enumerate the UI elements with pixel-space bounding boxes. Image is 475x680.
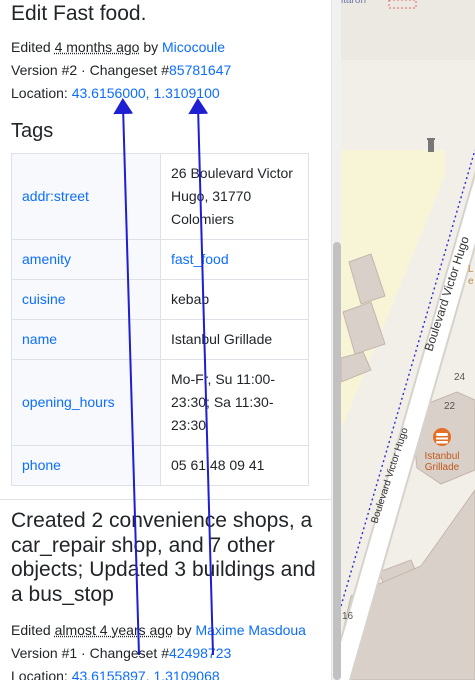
map-label-fragment: itaron <box>341 0 366 6</box>
tags-table: addr:street 26 Boulevard Victor Hugo, 317… <box>11 153 309 486</box>
tag-key[interactable]: phone <box>11 445 161 486</box>
tags-heading: Tags <box>11 120 54 142</box>
version-label: Version #2 · Changeset # <box>11 62 169 78</box>
tag-row: opening_hours Mo-Fr, Su 11:00-23:30; Sa 1… <box>11 359 309 446</box>
fast-food-burger-icon[interactable] <box>433 428 451 446</box>
location-label-2: Location: <box>11 668 72 680</box>
changeset-2-meta: Edited almost 4 years ago by Maxime Masd… <box>11 619 320 680</box>
tag-value: kebab <box>160 279 309 320</box>
edited-prefix: Edited <box>11 39 55 55</box>
changeset-link[interactable]: 85781647 <box>169 62 231 78</box>
scrollbar-thumb[interactable] <box>333 242 341 680</box>
poi-label-1: Istanbul <box>424 451 459 462</box>
tag-value: 26 Boulevard Victor Hugo, 31770 Colomier… <box>160 153 309 240</box>
edited-by-2: by <box>172 622 196 638</box>
house-number-16: 16 <box>342 611 354 622</box>
house-number-24: 24 <box>454 372 466 383</box>
tag-key[interactable]: name <box>11 319 161 360</box>
changeset-2: Created 2 convenience shops, a car_repai… <box>0 500 331 680</box>
changeset-1: Edit Fast food. Edited 4 months ago by M… <box>0 0 331 486</box>
version-label-2: Version #1 · Changeset # <box>11 645 169 661</box>
changeset-2-title: Created 2 convenience shops, a car_repai… <box>11 509 316 606</box>
tag-value[interactable]: fast_food <box>160 239 309 280</box>
author-link-2[interactable]: Maxime Masdoua <box>195 622 306 638</box>
edge-label-l: L <box>468 264 474 275</box>
edited-by: by <box>139 39 163 55</box>
location-line: Location: 43.6156000, 1.3109100 <box>11 82 320 105</box>
tag-row: amenity fast_food <box>11 239 309 280</box>
changeset-1-meta: Edited 4 months ago by Micocoule Version… <box>11 36 320 105</box>
tag-key[interactable]: amenity <box>11 239 161 280</box>
version-line: Version #2 · Changeset #85781647 <box>11 59 320 82</box>
tag-key[interactable]: cuisine <box>11 279 161 320</box>
tag-value: Istanbul Grillade <box>160 319 309 360</box>
sidebar-scrollbar[interactable] <box>331 0 341 680</box>
sidebar: Edit Fast food. Edited 4 months ago by M… <box>0 0 331 680</box>
tag-row: name Istanbul Grillade <box>11 319 309 360</box>
edge-label-e: e <box>468 276 474 287</box>
tag-value: 05 61 48 09 41 <box>160 445 309 486</box>
edited-line: Edited 4 months ago by Micocoule <box>11 36 320 59</box>
map-canvas[interactable]: itaron Boulevard Victor Hugo Boulevard V… <box>341 0 475 680</box>
map-view[interactable]: itaron Boulevard Victor Hugo Boulevard V… <box>341 0 475 680</box>
edited-line-2: Edited almost 4 years ago by Maxime Masd… <box>11 619 320 642</box>
trash-can-icon <box>427 138 435 152</box>
location-link[interactable]: 43.6156000, 1.3109100 <box>72 85 220 101</box>
edited-prefix-2: Edited <box>11 622 55 638</box>
poi-label-2: Grillade <box>425 462 460 473</box>
tag-row: addr:street 26 Boulevard Victor Hugo, 317… <box>11 153 309 240</box>
top-block <box>341 0 475 60</box>
edited-time-2: almost 4 years ago <box>54 622 173 638</box>
location-label: Location: <box>11 85 72 101</box>
author-link[interactable]: Micocoule <box>162 39 225 55</box>
location-link-2[interactable]: 43.6155897, 1.3109068 <box>72 668 220 680</box>
changeset-link-2[interactable]: 42498723 <box>169 645 231 661</box>
tag-row: cuisine kebab <box>11 279 309 320</box>
house-number-22: 22 <box>444 401 456 412</box>
tag-row: phone 05 61 48 09 41 <box>11 445 309 486</box>
tag-key[interactable]: addr:street <box>11 153 161 240</box>
version-line-2: Version #1 · Changeset #42498723 <box>11 642 320 665</box>
tag-value: Mo-Fr, Su 11:00-23:30; Sa 11:30-23:30 <box>160 359 309 446</box>
location-line-2: Location: 43.6155897, 1.3109068 <box>11 665 320 680</box>
tag-key[interactable]: opening_hours <box>11 359 161 446</box>
changeset-1-title: Edit Fast food. <box>11 2 147 25</box>
edited-time: 4 months ago <box>54 39 140 55</box>
